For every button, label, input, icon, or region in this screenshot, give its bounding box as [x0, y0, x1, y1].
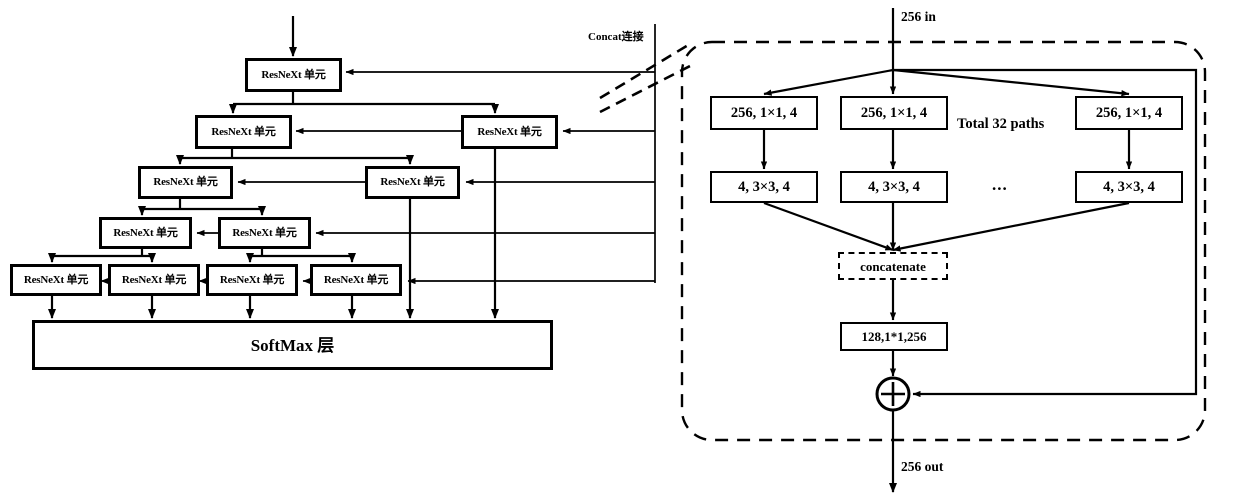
conv-1x1-path-32[interactable]: 256, 1×1, 4: [1075, 96, 1183, 130]
unit-label: ResNeXt 单元: [113, 226, 178, 239]
resnext-unit-r5c1[interactable]: ResNeXt 单元: [10, 264, 102, 296]
conv-label: 4, 3×3, 4: [1103, 178, 1155, 195]
resnext-unit-r5c3[interactable]: ResNeXt 单元: [206, 264, 298, 296]
concatenate-label: concatenate: [860, 258, 926, 274]
unit-label: ResNeXt 单元: [323, 273, 389, 286]
resnext-unit-r3c2[interactable]: ResNeXt 单元: [365, 166, 460, 199]
unit-label: ResNeXt 单元: [121, 273, 187, 286]
resnext-unit-r1c1[interactable]: ResNeXt 单元: [245, 58, 342, 92]
softmax-layer-box[interactable]: SoftMax 层: [32, 320, 553, 370]
total-paths-label: Total 32 paths: [957, 116, 1045, 132]
resnext-unit-r2c1[interactable]: ResNeXt 单元: [195, 115, 292, 149]
conv-label: 256, 1×1, 4: [1095, 104, 1163, 121]
unit-label: ResNeXt 单元: [232, 226, 297, 239]
conv-3x3-path-32[interactable]: 4, 3×3, 4: [1075, 171, 1183, 203]
resnext-unit-r5c4[interactable]: ResNeXt 单元: [310, 264, 402, 296]
conv-3x3-path-1[interactable]: 4, 3×3, 4: [710, 171, 818, 203]
softmax-label: SoftMax 层: [250, 335, 335, 355]
unit-label: ResNeXt 单元: [380, 176, 445, 188]
unit-label: ResNeXt 单元: [219, 273, 285, 286]
conv-1x1-path-1[interactable]: 256, 1×1, 4: [710, 96, 818, 130]
reduce-label: 128,1*1,256: [861, 329, 927, 344]
input-channels-label: 256 in: [901, 9, 936, 24]
reduce-conv-box[interactable]: 128,1*1,256: [840, 322, 948, 351]
resnext-unit-r4c1[interactable]: ResNeXt 单元: [99, 217, 192, 249]
zoom-callout-lines: [599, 42, 691, 114]
concatenate-box[interactable]: concatenate: [838, 252, 948, 280]
right-panel-edges: [760, 8, 1198, 493]
concat-connection-label: Concat连接: [588, 31, 644, 43]
unit-label: ResNeXt 单元: [23, 273, 89, 286]
resnext-unit-r2c2[interactable]: ResNeXt 单元: [461, 115, 558, 149]
resnext-unit-r4c2[interactable]: ResNeXt 单元: [218, 217, 311, 249]
unit-label: ResNeXt 单元: [211, 125, 276, 138]
unit-label: ResNeXt 单元: [477, 125, 542, 138]
conv-1x1-path-2[interactable]: 256, 1×1, 4: [840, 96, 948, 130]
ellipsis-label: ...: [992, 175, 1008, 194]
diagram-canvas: ResNeXt 单元 ResNeXt 单元 ResNeXt 单元 ResNeXt…: [0, 0, 1239, 501]
output-channels-label: 256 out: [901, 459, 944, 474]
conv-3x3-path-2[interactable]: 4, 3×3, 4: [840, 171, 948, 203]
resnext-unit-r3c1[interactable]: ResNeXt 单元: [138, 166, 233, 199]
conv-label: 4, 3×3, 4: [738, 178, 790, 195]
resnext-unit-r5c2[interactable]: ResNeXt 单元: [108, 264, 200, 296]
conv-label: 256, 1×1, 4: [730, 104, 798, 121]
unit-label: ResNeXt 单元: [261, 68, 326, 81]
conv-label: 256, 1×1, 4: [860, 104, 928, 121]
conv-label: 4, 3×3, 4: [868, 178, 920, 195]
unit-label: ResNeXt 单元: [153, 176, 218, 188]
diagram-connectors: [48, 8, 1207, 493]
